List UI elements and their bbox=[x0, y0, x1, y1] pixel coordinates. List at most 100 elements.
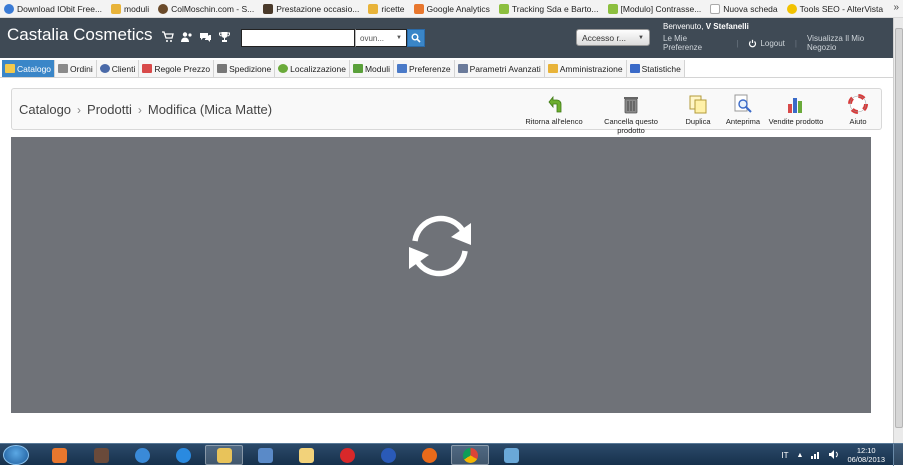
page-toolbar: Catalogo › Prodotti › Modifica (Mica Mat… bbox=[11, 88, 882, 135]
app-icon bbox=[93, 447, 109, 463]
clock[interactable]: 12:10 06/08/2013 bbox=[847, 446, 885, 464]
language-indicator[interactable]: IT bbox=[781, 451, 788, 460]
chevron-down-icon: ▼ bbox=[396, 35, 402, 41]
brand-title[interactable]: Castalia Cosmetics bbox=[7, 25, 153, 45]
tab-localizzazione[interactable]: Localizzazione bbox=[275, 60, 350, 77]
welcome-prefix: Benvenuto, bbox=[663, 22, 704, 31]
page-icon bbox=[710, 3, 721, 14]
taskbar-chrome[interactable] bbox=[451, 445, 489, 465]
bookmark-nuova-scheda[interactable]: Nuova scheda bbox=[706, 0, 782, 17]
search-icon bbox=[411, 33, 421, 43]
tab-spedizione[interactable]: Spedizione bbox=[214, 60, 276, 77]
start-button[interactable] bbox=[3, 445, 29, 465]
trophy-icon[interactable] bbox=[218, 31, 231, 43]
user-icon bbox=[99, 64, 110, 73]
breadcrumb-prodotti[interactable]: Prodotti bbox=[87, 102, 132, 117]
taskbar-firefox[interactable] bbox=[410, 445, 448, 465]
welcome-text: Benvenuto, V Stefanelli bbox=[663, 22, 749, 31]
users-icon[interactable] bbox=[180, 31, 193, 43]
bookmark-ricette[interactable]: ricette bbox=[364, 0, 409, 17]
sync-icon bbox=[134, 447, 150, 463]
action-label: Aiuto bbox=[849, 117, 867, 126]
show-desktop-button[interactable] bbox=[893, 444, 903, 466]
tab-statistiche[interactable]: Statistiche bbox=[626, 60, 685, 77]
bookmark-tracking[interactable]: Tracking Sda e Barto... bbox=[495, 0, 604, 17]
chat-icon[interactable] bbox=[199, 31, 212, 43]
search-input[interactable] bbox=[241, 29, 355, 47]
logout-link[interactable]: Logout bbox=[748, 39, 785, 48]
taskbar-ie[interactable] bbox=[164, 445, 202, 465]
volume-icon[interactable] bbox=[829, 449, 839, 461]
taskbar-network-app[interactable] bbox=[492, 445, 530, 465]
taskbar-media-player[interactable] bbox=[40, 445, 78, 465]
tab-amministrazione[interactable]: Amministrazione bbox=[544, 60, 627, 77]
taskbar-app-3[interactable] bbox=[369, 445, 407, 465]
cart-icon[interactable] bbox=[161, 31, 174, 43]
tab-preferenze[interactable]: Preferenze bbox=[393, 60, 455, 77]
tab-parametri-avanzati[interactable]: Parametri Avanzati bbox=[454, 60, 545, 77]
chevron-right-icon: › bbox=[137, 102, 142, 117]
taskbar-opera[interactable] bbox=[328, 445, 366, 465]
delete-product-button[interactable]: Cancella questo prodotto bbox=[590, 93, 672, 135]
quick-access-dropdown[interactable]: Accesso r... ▼ bbox=[576, 29, 650, 46]
system-tray: IT ▲ 12:10 06/08/2013 bbox=[781, 445, 885, 465]
taskbar-sync[interactable] bbox=[123, 445, 161, 465]
tray-expand-icon[interactable]: ▲ bbox=[797, 452, 804, 459]
chrome-icon bbox=[462, 447, 478, 463]
duplicate-button[interactable]: Duplica bbox=[678, 93, 718, 126]
tab-regole-prezzo[interactable]: Regole Prezzo bbox=[139, 60, 215, 77]
bookmarks-more-button[interactable]: » bbox=[893, 2, 899, 13]
bookmark-label: moduli bbox=[124, 3, 150, 14]
divider: | bbox=[736, 38, 739, 48]
scrollbar-thumb[interactable] bbox=[895, 28, 903, 428]
duplicate-icon bbox=[687, 93, 709, 115]
bookmark-moduli[interactable]: moduli bbox=[107, 0, 154, 17]
product-sales-button[interactable]: Vendite prodotto bbox=[768, 93, 824, 126]
action-label: Cancella questo prodotto bbox=[604, 117, 658, 135]
tab-ordini[interactable]: Ordini bbox=[55, 60, 97, 77]
folder-icon bbox=[5, 64, 15, 73]
loading-spinner-icon bbox=[409, 215, 471, 277]
breadcrumb-current: Modifica (Mica Matte) bbox=[147, 102, 273, 117]
bookmark-tools-seo[interactable]: Tools SEO - AlterVista bbox=[783, 0, 888, 17]
chevron-down-icon: ▼ bbox=[638, 34, 644, 41]
tab-label: Ordini bbox=[70, 63, 93, 74]
app-icon-2 bbox=[257, 447, 273, 463]
tab-label: Regole Prezzo bbox=[154, 63, 211, 74]
bookmark-colmoschin[interactable]: ColMoschin.com - S... bbox=[154, 0, 259, 17]
bookmark-favicon bbox=[786, 3, 797, 14]
page-scrollbar[interactable] bbox=[893, 18, 903, 443]
tab-label: Parametri Avanzati bbox=[469, 63, 541, 74]
os-taskbar: IT ▲ 12:10 06/08/2013 bbox=[0, 443, 903, 466]
search-button[interactable] bbox=[407, 29, 425, 47]
clock-date: 06/08/2013 bbox=[847, 455, 885, 464]
bookmark-favicon bbox=[607, 3, 618, 14]
search-scope-select[interactable]: ovun... ▼ bbox=[355, 29, 407, 47]
action-label: Duplica bbox=[685, 117, 711, 126]
preview-button[interactable]: Anteprima bbox=[722, 93, 764, 126]
explorer-icon bbox=[216, 447, 232, 463]
bookmark-google-analytics[interactable]: Google Analytics bbox=[410, 0, 495, 17]
bookmark-prestazione[interactable]: Prestazione occasio... bbox=[259, 0, 364, 17]
taskbar-app-2[interactable] bbox=[246, 445, 284, 465]
truck-icon bbox=[217, 64, 228, 73]
taskbar-app[interactable] bbox=[82, 445, 120, 465]
my-preferences-link[interactable]: Le Mie Preferenze bbox=[663, 34, 726, 52]
chart-icon bbox=[629, 64, 640, 73]
search-scope-label: ovun... bbox=[360, 33, 385, 43]
tab-catalogo[interactable]: Catalogo bbox=[2, 60, 56, 77]
tab-moduli[interactable]: Moduli bbox=[349, 60, 394, 77]
chevron-right-icon: › bbox=[77, 102, 82, 117]
view-shop-link[interactable]: Visualizza Il Mio Negozio bbox=[807, 34, 893, 52]
bookmark-modulo[interactable]: [Modulo] Contrasse... bbox=[604, 0, 707, 17]
tab-clienti[interactable]: Clienti bbox=[96, 60, 140, 77]
network-icon[interactable] bbox=[811, 450, 821, 461]
back-to-list-button[interactable]: Ritorna all'elenco bbox=[524, 93, 584, 126]
bookmark-iobit[interactable]: Download IObit Free... bbox=[0, 0, 107, 17]
help-button[interactable]: Aiuto bbox=[838, 93, 878, 126]
taskbar-explorer[interactable] bbox=[205, 445, 243, 465]
taskbar-notes[interactable] bbox=[287, 445, 325, 465]
quick-access-icons bbox=[161, 31, 231, 43]
cart-icon bbox=[58, 64, 69, 73]
breadcrumb-catalogo[interactable]: Catalogo bbox=[19, 102, 71, 117]
